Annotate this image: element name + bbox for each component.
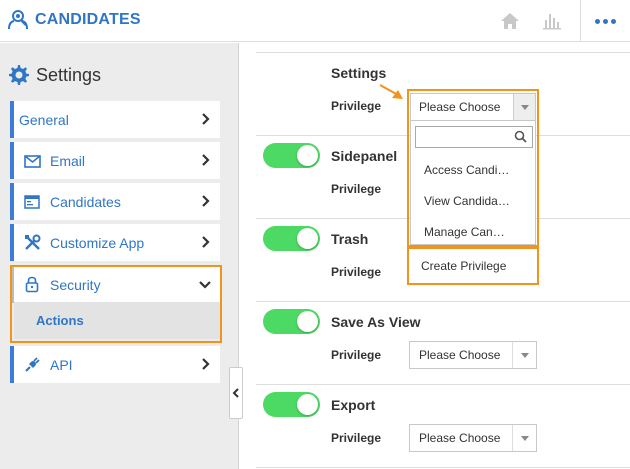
sidebar-subitem-label: Actions (36, 313, 84, 328)
privilege-label: Privilege (331, 348, 382, 362)
dropdown-option[interactable]: Manage Can… (424, 225, 505, 239)
privilege-select[interactable]: Please Choose (409, 341, 537, 369)
chevron-right-icon (202, 154, 210, 166)
sidebar-item-label: Security (50, 276, 101, 293)
home-button[interactable] (488, 0, 532, 42)
privilege-select-open[interactable]: Please Choose (410, 93, 536, 121)
select-value: Please Choose (419, 100, 501, 114)
privilege-label: Privilege (331, 431, 382, 445)
privilege-label: Privilege (331, 265, 382, 279)
toggle-knob (297, 311, 318, 332)
window-icon (23, 193, 41, 211)
toggle-switch[interactable] (263, 226, 320, 251)
toggle-knob (297, 394, 318, 415)
toggle-switch[interactable] (263, 392, 320, 417)
section-export: Export Privilege Please Choose (256, 385, 630, 468)
privilege-label: Privilege (331, 182, 382, 196)
sidebar-collapse-button[interactable] (229, 367, 243, 419)
chevron-down-icon (199, 281, 211, 289)
select-value: Please Choose (419, 348, 501, 362)
create-privilege-option[interactable]: Create Privilege (407, 247, 539, 285)
dropdown-option[interactable]: View Candida… (424, 194, 510, 208)
chevron-left-icon (232, 388, 239, 398)
sidebar-item-security[interactable]: Security (10, 266, 220, 303)
dropdown-panel: Access Candi… View Candida… Manage Can… (410, 121, 536, 245)
sidebar-item-label: Candidates (50, 193, 121, 210)
sidebar-item-label: Customize App (50, 234, 145, 251)
callout-arrow-icon (379, 84, 403, 99)
chevron-right-icon (202, 195, 210, 207)
gear-icon (9, 65, 29, 85)
sidebar-item-general[interactable]: General (10, 101, 220, 138)
sidebar-subitem-actions[interactable]: Actions (14, 302, 220, 339)
more-button[interactable] (580, 0, 630, 42)
app-title: CANDIDATES (35, 11, 141, 28)
sidebar-item-customize-app[interactable]: Customize App (10, 224, 220, 261)
settings-title: Settings (36, 64, 102, 85)
app-header: CANDIDATES (0, 0, 630, 42)
privilege-label: Privilege (331, 99, 382, 113)
sidebar-item-candidates[interactable]: Candidates (10, 183, 220, 220)
create-privilege-label: Create Privilege (421, 259, 507, 273)
section-save-as-view: Save As View Privilege Please Choose (256, 302, 630, 385)
privilege-select[interactable]: Please Choose (409, 424, 537, 452)
sidebar-item-api[interactable]: API (10, 346, 220, 383)
plug-icon (23, 356, 41, 374)
home-icon (501, 13, 519, 29)
sidebar-item-email[interactable]: Email (10, 142, 220, 179)
candidates-logo-icon (8, 10, 28, 30)
select-value: Please Choose (419, 431, 501, 445)
section-title: Save As View (331, 314, 421, 330)
sidebar-item-label: API (50, 356, 73, 373)
section-title: Settings (331, 65, 387, 81)
dropdown-arrow-icon (512, 342, 536, 368)
envelope-icon (23, 152, 41, 170)
section-title: Sidepanel (331, 148, 398, 164)
reports-button[interactable] (530, 0, 574, 42)
sidebar-item-label: General (19, 111, 69, 128)
search-icon (514, 130, 527, 143)
dropdown-arrow-icon (513, 94, 535, 120)
chevron-right-icon (202, 358, 210, 370)
toggle-switch[interactable] (263, 309, 320, 334)
toggle-knob (297, 145, 318, 166)
toggle-switch[interactable] (263, 143, 320, 168)
brand[interactable]: CANDIDATES (6, 8, 141, 32)
section-title: Trash (331, 231, 369, 247)
dropdown-search-input[interactable] (415, 126, 533, 148)
chart-icon (543, 14, 561, 30)
chevron-right-icon (202, 113, 210, 125)
chevron-right-icon (202, 236, 210, 248)
sidebar-item-label: Email (50, 152, 86, 169)
toggle-knob (297, 228, 318, 249)
settings-heading: Settings (8, 64, 101, 86)
tools-icon (23, 234, 41, 252)
more-icon (595, 18, 616, 24)
dropdown-arrow-icon (512, 425, 536, 451)
lock-icon (23, 276, 41, 294)
dropdown-option[interactable]: Access Candi… (424, 163, 509, 177)
section-title: Export (331, 397, 376, 413)
